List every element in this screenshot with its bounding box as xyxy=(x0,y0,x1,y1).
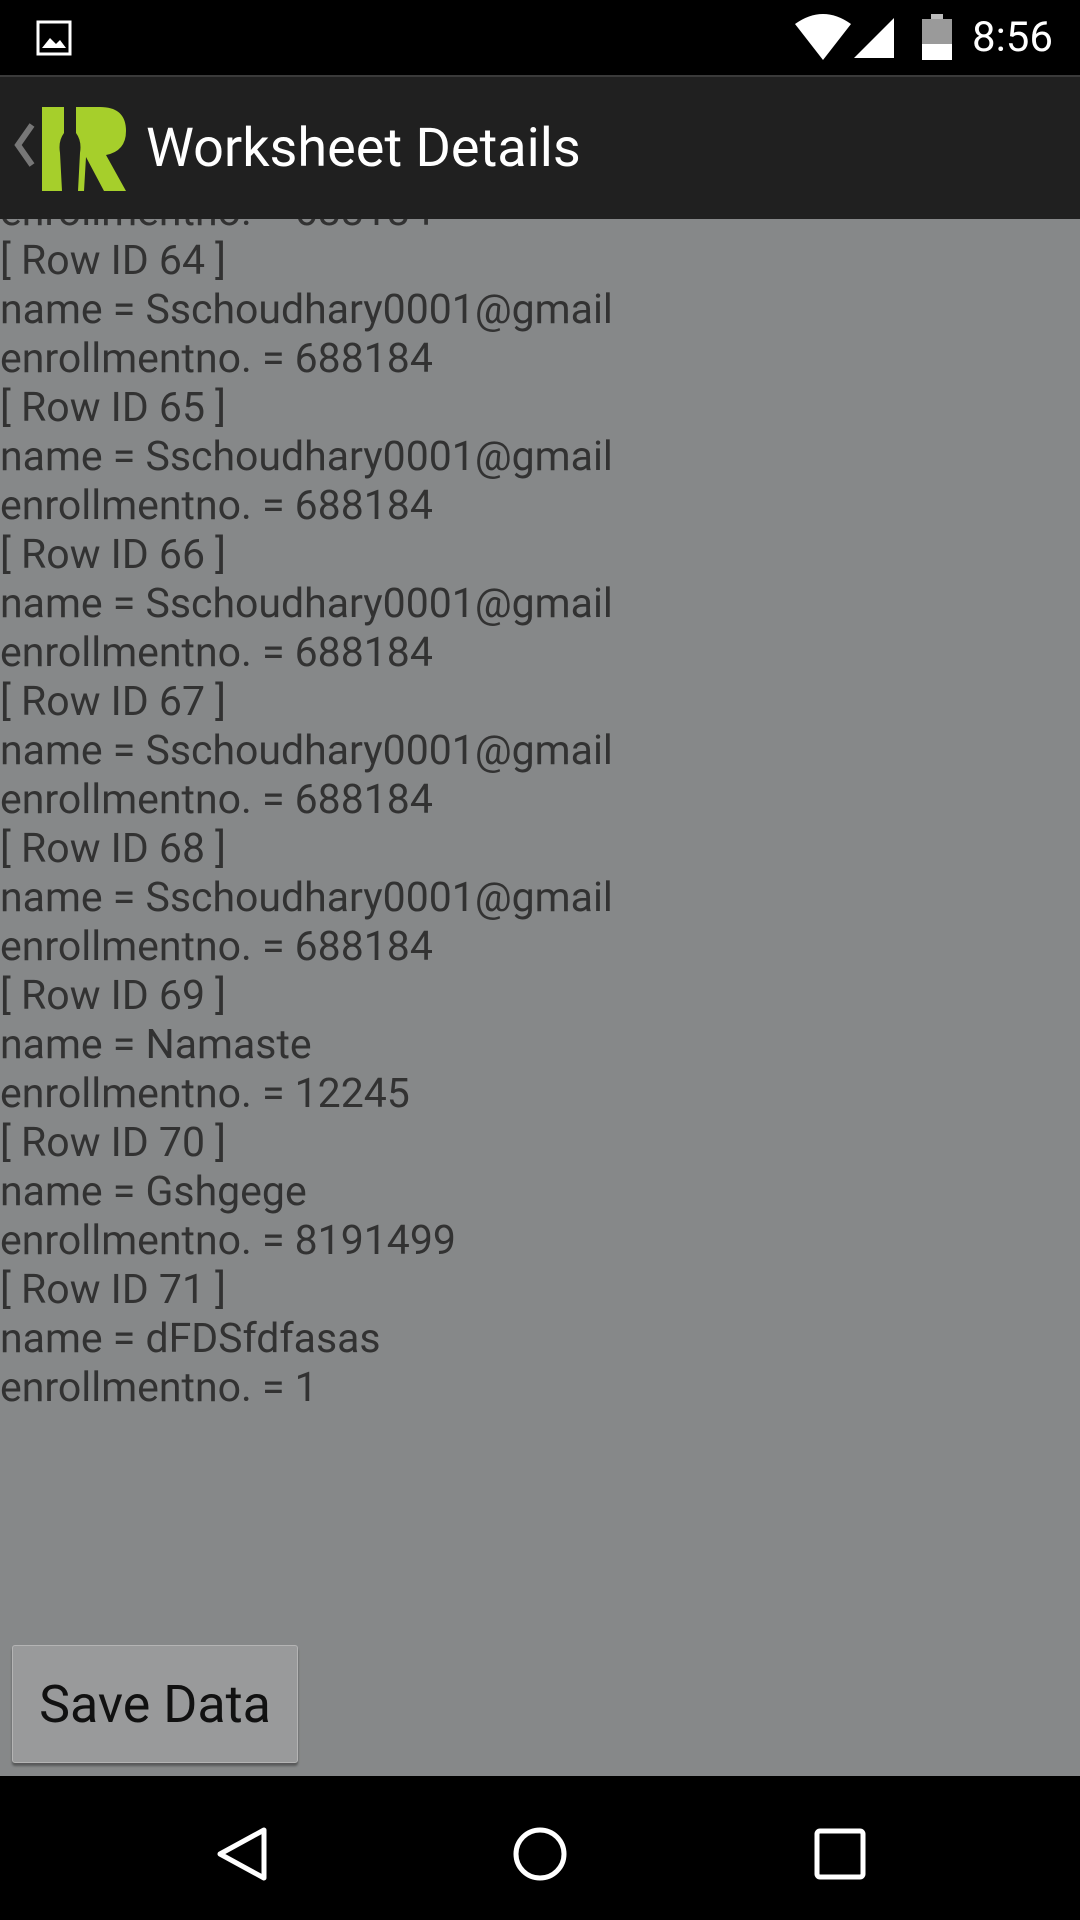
name-value: name = dFDSfdfasas xyxy=(0,1315,381,1363)
name-value: name = Sschoudhary0001@gmail xyxy=(0,433,613,481)
enrollment-value: enrollmentno. = 688184 xyxy=(0,629,433,677)
enrollment-value: enrollmentno. = 12245 xyxy=(0,1070,410,1118)
home-nav-icon[interactable] xyxy=(512,1826,568,1882)
enrollment-value: enrollmentno. = 688184 xyxy=(0,219,613,237)
enrollment-value: enrollmentno. = 688184 xyxy=(0,335,433,383)
name-value: name = Sschoudhary0001@gmail xyxy=(0,580,613,628)
name-value: name = Sschoudhary0001@gmail xyxy=(0,727,613,775)
signal-icon xyxy=(854,18,894,58)
clock: 8:56 xyxy=(972,13,1053,62)
name-value: name = Sschoudhary0001@gmail xyxy=(0,286,613,334)
enrollment-value: enrollmentno. = 1 xyxy=(0,1364,318,1412)
row-id-label: [ Row ID 66 ] xyxy=(0,531,227,579)
enrollment-value: enrollmentno. = 8191499 xyxy=(0,1217,456,1265)
battery-icon xyxy=(922,14,952,60)
wifi-icon xyxy=(795,14,851,60)
save-data-button[interactable]: Save Data xyxy=(12,1645,298,1763)
row-id-label: [ Row ID 65 ] xyxy=(0,384,227,432)
enrollment-value: enrollmentno. = 688184 xyxy=(0,923,433,971)
name-value: name = Namaste xyxy=(0,1021,312,1069)
name-value: name = Gshgege xyxy=(0,1168,307,1216)
row-id-label: [ Row ID 69 ] xyxy=(0,972,227,1020)
image-notification-icon xyxy=(36,20,72,56)
back-nav-icon[interactable] xyxy=(214,1826,270,1882)
enrollment-value: enrollmentno. = 688184 xyxy=(0,776,433,824)
worksheet-lines: enrollmentno. = 688184[ Row ID 64 ]name … xyxy=(0,219,613,1413)
row-id-label: [ Row ID 64 ] xyxy=(0,237,227,285)
page-title: Worksheet Details xyxy=(146,117,581,180)
row-id-label: [ Row ID 67 ] xyxy=(0,678,227,726)
row-id-label: [ Row ID 68 ] xyxy=(0,825,227,873)
worksheet-content[interactable]: enrollmentno. = 688184[ Row ID 64 ]name … xyxy=(0,219,1080,1775)
name-value: name = Sschoudhary0001@gmail xyxy=(0,874,613,922)
enrollment-value: enrollmentno. = 688184 xyxy=(0,482,433,530)
status-bar: 8:56 xyxy=(0,0,1080,75)
row-id-label: [ Row ID 71 ] xyxy=(0,1266,227,1314)
chevron-left-icon[interactable] xyxy=(10,117,38,173)
recents-nav-icon[interactable] xyxy=(814,1828,866,1880)
app-logo-icon[interactable] xyxy=(42,107,126,191)
action-bar: Worksheet Details xyxy=(0,75,1080,219)
navigation-bar xyxy=(0,1776,1080,1920)
row-id-label: [ Row ID 70 ] xyxy=(0,1119,227,1167)
